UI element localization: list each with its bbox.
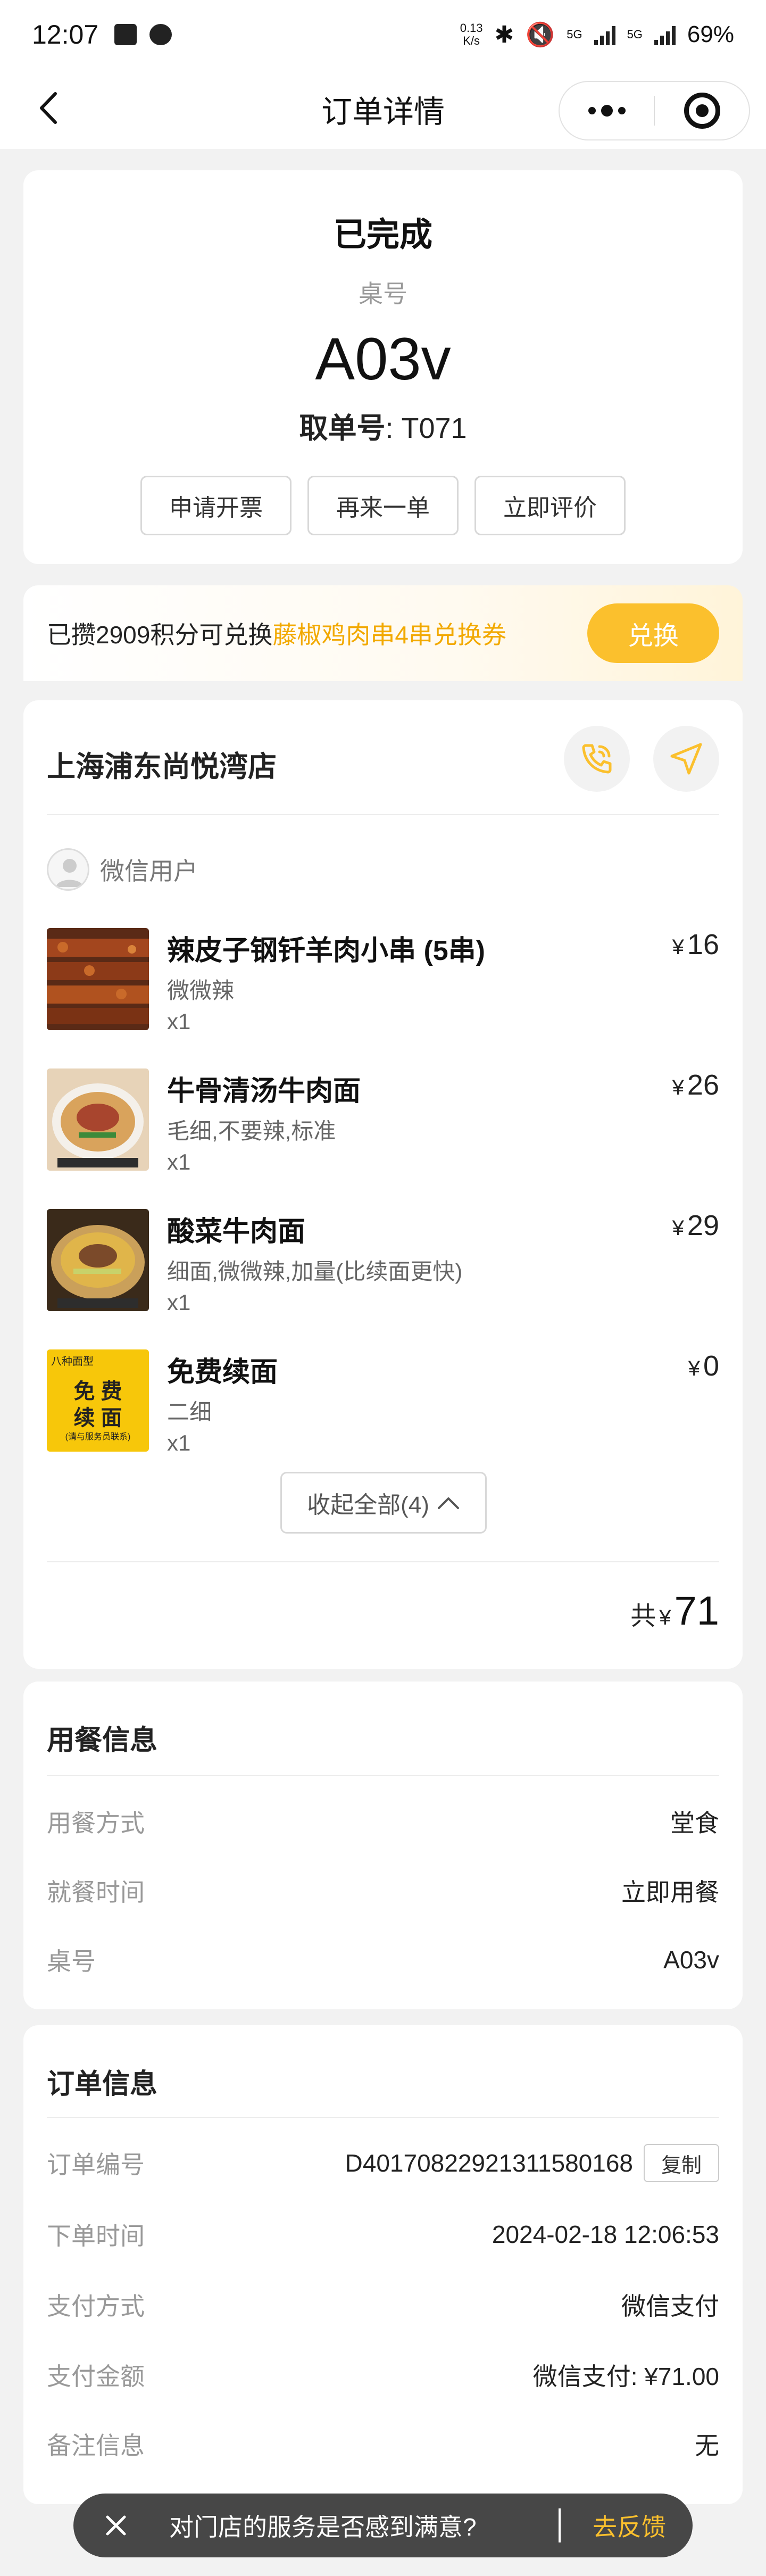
battery-level: 69% <box>687 21 734 47</box>
close-icon[interactable] <box>100 2509 132 2541</box>
nav-bar: 订单详情 <box>0 69 766 149</box>
item-price: ¥29 <box>672 1210 719 1241</box>
toast-divider <box>559 2508 561 2542</box>
points-text: 已攒2909积分可兑换藤椒鸡肉串4串兑换券 <box>47 621 506 649</box>
signal-5g-label-1: 5G <box>567 27 582 41</box>
more-icon[interactable] <box>560 105 654 117</box>
order-item: 酸菜牛肉面 细面,微微辣,加量(比续面更快) x1 ¥29 <box>47 1209 719 1315</box>
mini-program-capsule <box>559 81 750 140</box>
table-number: A03v <box>315 326 451 392</box>
item-spec: 二细 <box>167 1399 212 1424</box>
item-image-free-refill: 八种面型 免 费 续 面 (请与服务员联系) <box>47 1349 149 1452</box>
table-label: 桌号 <box>359 280 407 308</box>
chevron-up-icon <box>437 1497 459 1509</box>
total-divider <box>47 1561 719 1562</box>
order-info-card: 订单信息 订单编号 D40170822921311580168 复制 下单时间 … <box>23 2025 743 2504</box>
item-name: 辣皮子钢钎羊肉小串 (5串) <box>167 935 486 966</box>
signal-icon-2 <box>654 24 676 45</box>
phone-icon[interactable] <box>564 726 630 792</box>
item-name: 酸菜牛肉面 <box>167 1216 306 1247</box>
status-time: 12:07 <box>32 20 99 49</box>
points-banner: 已攒2909积分可兑换藤椒鸡肉串4串兑换券 兑换 <box>23 585 743 681</box>
item-image-beef-noodle-soup <box>47 1068 149 1171</box>
close-program-icon[interactable] <box>655 93 749 129</box>
invoice-button[interactable]: 申请开票 <box>140 476 292 535</box>
user-row: 微信用户 <box>47 848 198 891</box>
item-name: 免费续面 <box>167 1357 278 1388</box>
status-bar: 12:07 0.13 K/s ✱ 🔇 5G 5G 69% <box>0 0 766 69</box>
item-image-pickled-cabbage-noodles <box>47 1209 149 1311</box>
order-item: 八种面型 免 费 续 面 (请与服务员联系) 免费续面 二细 x1 ¥0 <box>47 1349 719 1456</box>
back-icon[interactable] <box>32 89 69 127</box>
item-spec: 微微辣 <box>167 978 235 1003</box>
signal-5g-label-2: 5G <box>627 27 643 41</box>
order-item: 辣皮子钢钎羊肉小串 (5串) 微微辣 x1 ¥16 <box>47 928 719 1034</box>
pickup-number: 取单号: T071 <box>299 412 467 444</box>
dining-time-row: 就餐时间 立即用餐 <box>47 1878 719 1906</box>
mute-icon: 🔇 <box>526 22 555 48</box>
dining-info-card: 用餐信息 用餐方式 堂食 就餐时间 立即用餐 桌号 A03v <box>23 1682 743 2009</box>
avatar <box>47 848 89 891</box>
feedback-toast: 对门店的服务是否感到满意? 去反馈 <box>73 2494 693 2557</box>
store-name[interactable]: 上海浦东尚悦湾店 <box>47 743 277 785</box>
signal-icon <box>594 24 615 45</box>
item-name: 牛骨清汤牛肉面 <box>167 1076 361 1107</box>
net-speed: 0.13 K/s <box>460 21 483 47</box>
section-divider <box>47 1775 719 1776</box>
item-quantity: x1 <box>167 1290 191 1315</box>
store-divider <box>47 814 719 815</box>
reorder-button[interactable]: 再来一单 <box>307 476 459 535</box>
order-info-title: 订单信息 <box>47 2069 158 2100</box>
item-spec: 细面,微微辣,加量(比续面更快) <box>167 1259 463 1284</box>
item-price: ¥0 <box>688 1350 719 1382</box>
dining-table-row: 桌号 A03v <box>47 1946 719 1975</box>
item-price: ¥26 <box>672 1069 719 1101</box>
bluetooth-icon: ✱ <box>494 21 514 48</box>
order-item: 牛骨清汤牛肉面 毛细,不要辣,标准 x1 ¥26 <box>47 1068 719 1175</box>
review-button[interactable]: 立即评价 <box>474 476 626 535</box>
item-price: ¥16 <box>672 929 719 960</box>
item-quantity: x1 <box>167 1149 191 1174</box>
item-quantity: x1 <box>167 1430 191 1455</box>
user-name: 微信用户 <box>100 857 198 885</box>
order-number: D40170822921311580168 <box>345 2149 633 2177</box>
item-image-skewers <box>47 928 149 1030</box>
section-divider <box>47 2117 719 2118</box>
dining-info-title: 用餐信息 <box>47 1725 158 1756</box>
collapse-all-button[interactable]: 收起全部(4) <box>280 1472 487 1534</box>
item-quantity: x1 <box>167 1009 191 1034</box>
payment-method-row: 支付方式 微信支付 <box>47 2292 719 2320</box>
gallery-icon <box>114 24 137 45</box>
order-total: 共 ¥ 71 <box>630 1588 719 1634</box>
remark-row: 备注信息 无 <box>47 2432 719 2459</box>
order-items-card: 上海浦东尚悦湾店 微信用户 辣皮子钢钎羊肉小串 (5串) 微微辣 x1 ¥16 <box>23 700 743 1669</box>
navigation-icon[interactable] <box>653 726 719 792</box>
order-number-row: 订单编号 D40170822921311580168 复制 <box>47 2144 719 2182</box>
order-time-row: 下单时间 2024-02-18 12:06:53 <box>47 2221 719 2250</box>
order-status: 已完成 <box>333 217 432 253</box>
wechat-icon <box>149 24 172 45</box>
feedback-link[interactable]: 去反馈 <box>593 2508 666 2543</box>
feedback-prompt: 对门店的服务是否感到满意? <box>169 2513 477 2541</box>
payment-amount-row: 支付金额 微信支付: ¥71.00 <box>47 2363 719 2390</box>
order-status-card: 已完成 桌号 A03v 取单号: T071 申请开票 再来一单 立即评价 <box>23 170 743 564</box>
exchange-button[interactable]: 兑换 <box>587 603 719 663</box>
copy-button[interactable]: 复制 <box>644 2144 719 2182</box>
item-spec: 毛细,不要辣,标准 <box>167 1119 336 1144</box>
page-title: 订单详情 <box>321 95 445 129</box>
dining-method-row: 用餐方式 堂食 <box>47 1809 719 1837</box>
